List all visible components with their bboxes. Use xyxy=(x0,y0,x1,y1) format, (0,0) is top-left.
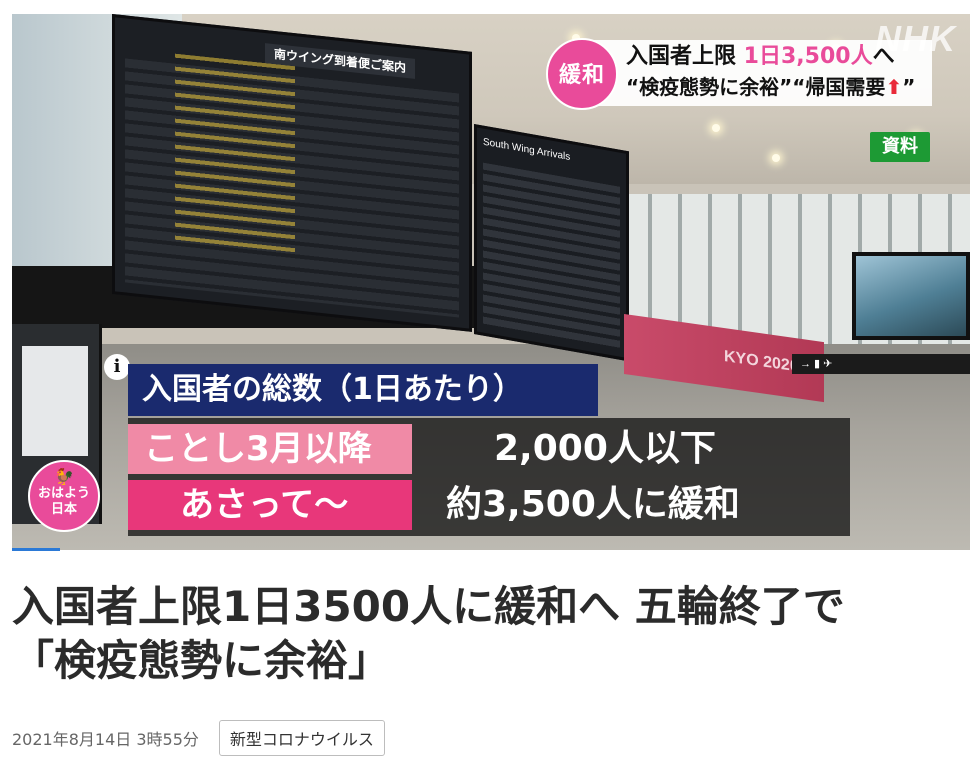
lower-third-title: 入国者の総数（1日あたり） xyxy=(128,364,598,416)
ceiling-light xyxy=(712,124,720,132)
relaxation-badge: 緩和 xyxy=(546,38,618,110)
caption-text: ” xyxy=(902,75,916,99)
terminal-map xyxy=(22,346,88,456)
up-arrow-icon: ⬆ xyxy=(885,75,903,99)
headline-line2: 「検疫態勢に余裕」 xyxy=(12,636,391,685)
row2-value: 約3,500人に緩和 xyxy=(446,484,740,525)
caption-text: へ xyxy=(872,44,895,69)
archive-badge: 資料 xyxy=(870,132,930,162)
video-progress-bar[interactable] xyxy=(12,548,60,551)
top-caption-line2: “検疫態勢に余裕”“帰国需要⬆” xyxy=(626,72,922,102)
topic-tag[interactable]: 新型コロナウイルス xyxy=(218,720,385,756)
south-wing-board-heading: South Wing Arrivals xyxy=(483,136,571,163)
row1-value: 2,000人以下 xyxy=(494,428,716,469)
row2-label: あさって〜 xyxy=(128,480,412,530)
ceiling-light xyxy=(772,154,780,162)
rooster-icon: 🐓 xyxy=(54,467,74,486)
article-headline: 入国者上限1日3500人に緩和へ 五輪終了で 「検疫態勢に余裕」 xyxy=(12,580,962,688)
publish-date: 2021年8月14日 3時55分 xyxy=(12,730,199,749)
south-wing-board: South Wing Arrivals xyxy=(474,124,629,362)
caption-highlight: 1日3,500人 xyxy=(743,44,873,69)
caption-text: “検疫態勢に余裕”“帰国需要 xyxy=(626,75,886,99)
top-caption-line1: 入国者上限 1日3,500人へ xyxy=(626,42,922,72)
program-logo-line2: 日本 xyxy=(50,502,77,517)
arrivals-board-highlight xyxy=(175,53,295,257)
tokyo2020-text: KYO 2020 xyxy=(724,348,799,376)
program-logo-line1: おはよう xyxy=(37,486,90,501)
info-icon: i xyxy=(104,354,130,380)
south-wing-board-rows xyxy=(483,162,620,349)
headline-line1: 入国者上限1日3500人に緩和へ 五輪終了で xyxy=(12,582,845,631)
article-meta: 2021年8月14日 3時55分 新型コロナウイルス xyxy=(12,720,385,756)
monitor-screen xyxy=(852,252,970,340)
caption-text: 入国者上限 xyxy=(626,44,744,69)
row1-label: ことし3月以降 xyxy=(128,424,412,474)
arrivals-board: 南ウイング到着便ご案内 xyxy=(112,14,472,332)
direction-sign: → ▮ ✈ xyxy=(792,354,970,374)
program-logo: 🐓 おはよう 日本 xyxy=(28,460,100,532)
top-caption: 入国者上限 1日3,500人へ “検疫態勢に余裕”“帰国需要⬆” xyxy=(592,40,932,106)
